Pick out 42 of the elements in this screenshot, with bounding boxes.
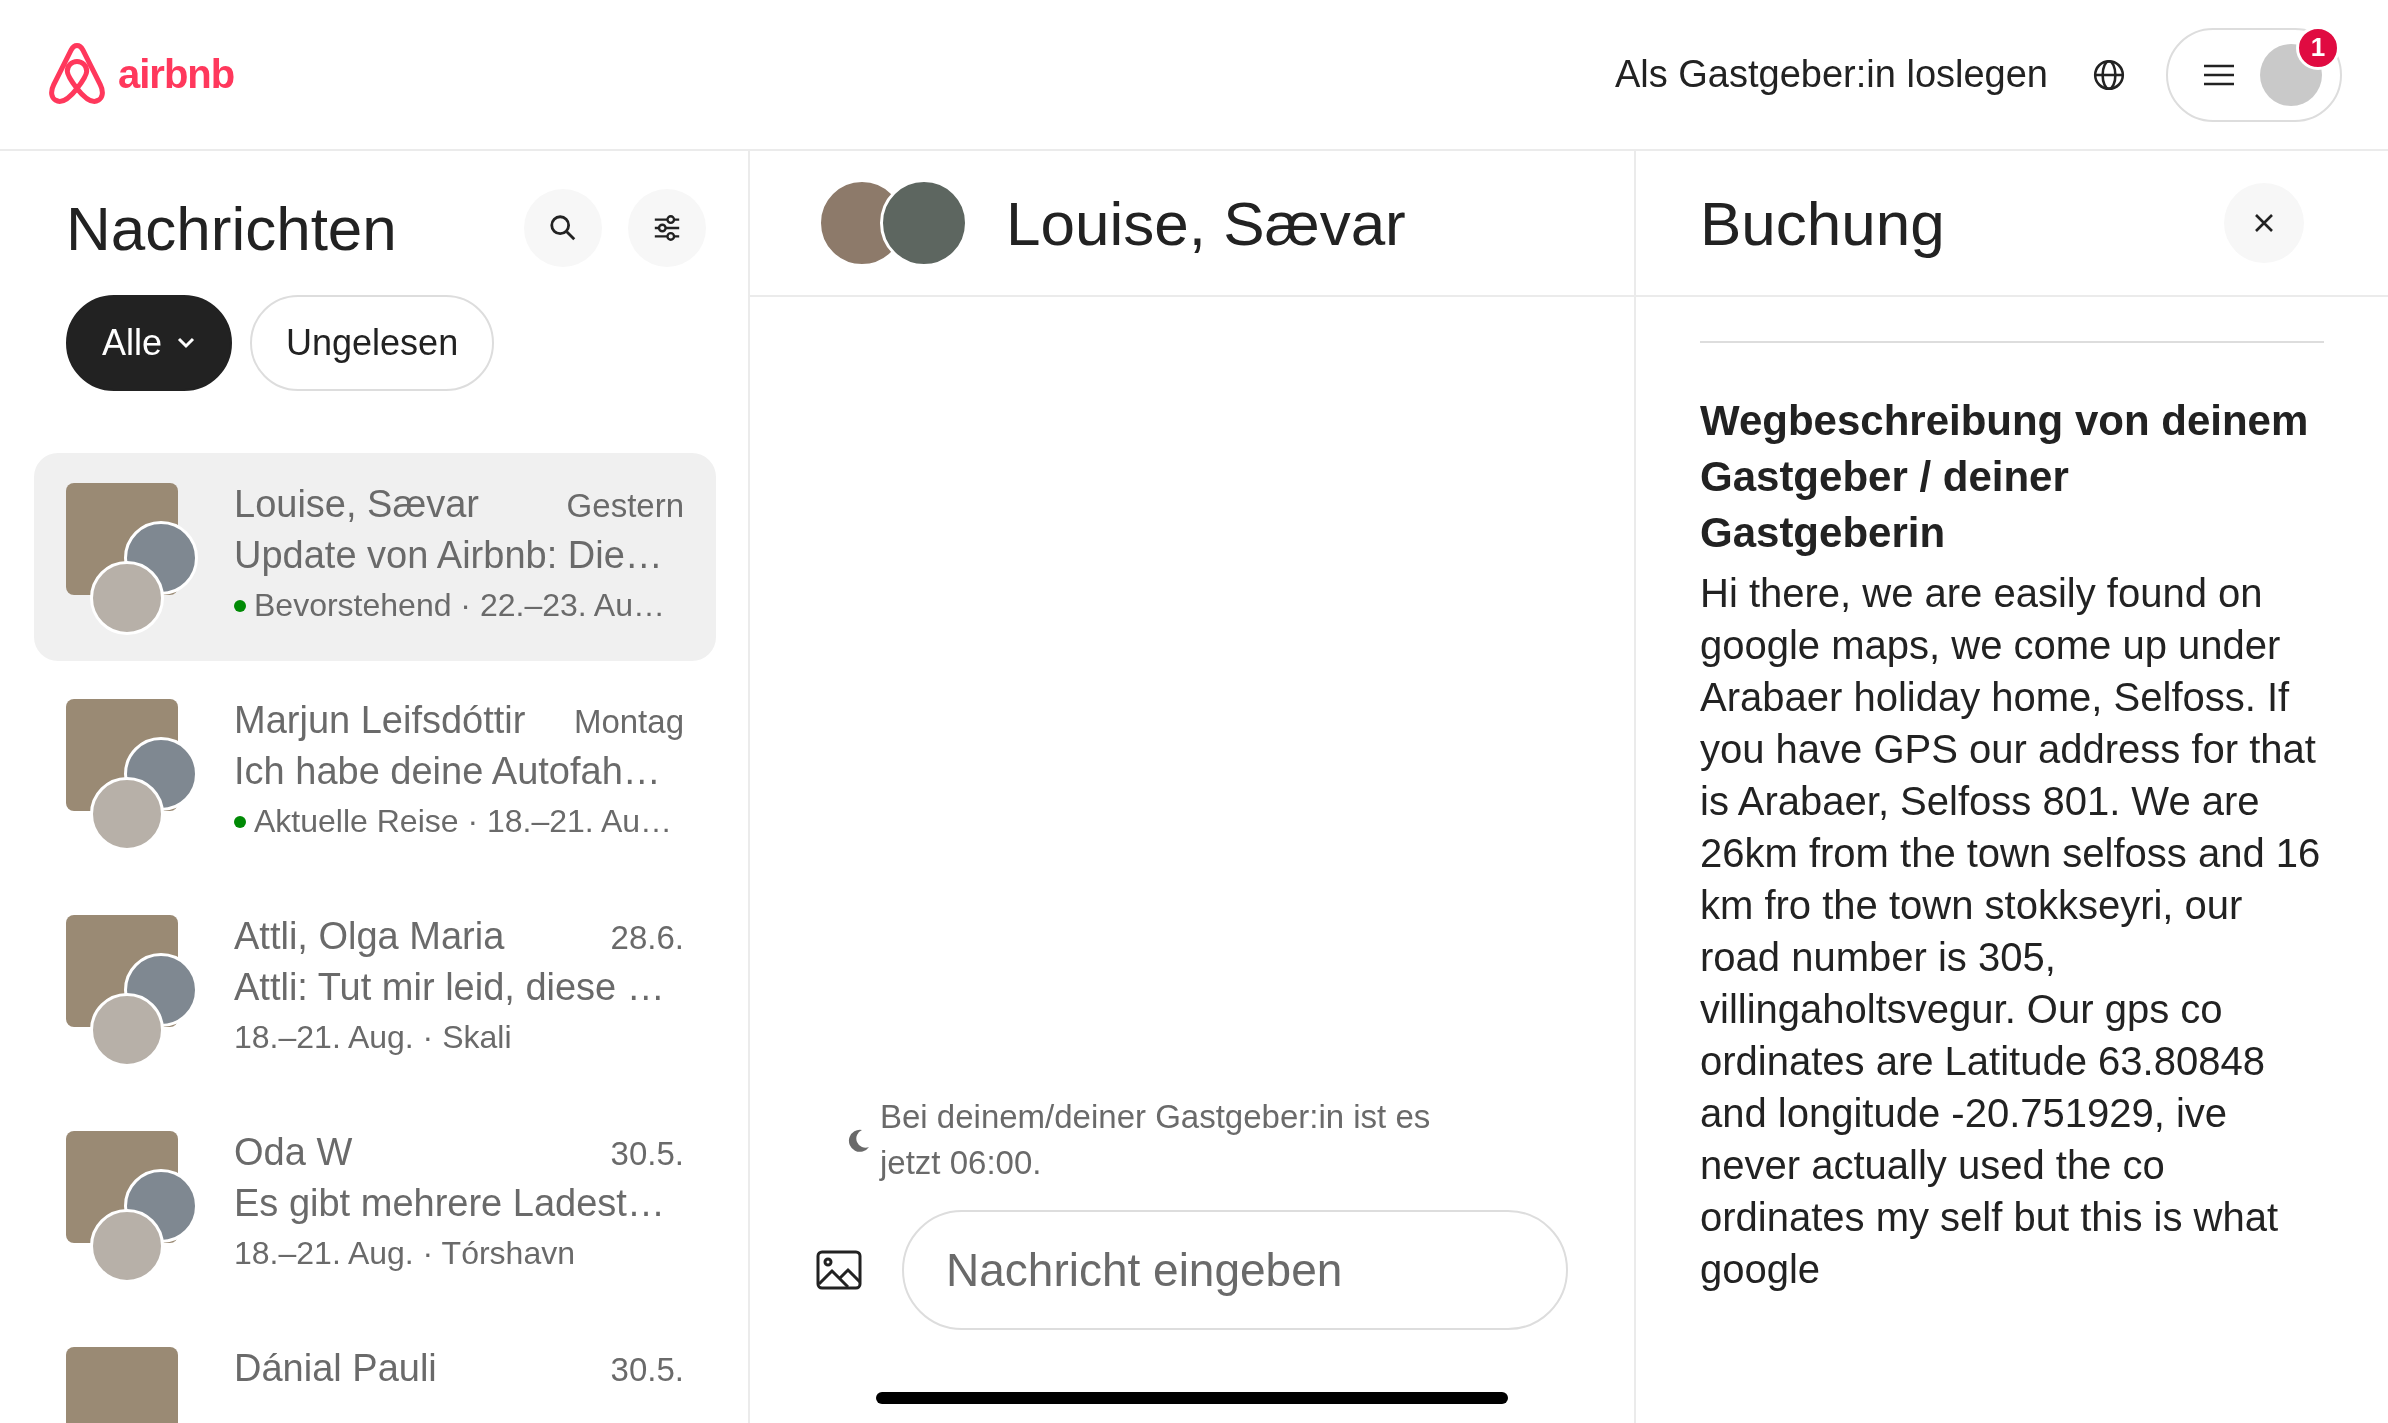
message-preview: Attli: Tut mir leid, diese … [234, 966, 666, 1009]
conversation-item[interactable]: Dánial Pauli 30.5. [34, 1317, 716, 1423]
message-time: 30.5. [610, 1135, 684, 1173]
trip-info: 18.–21. Aug. · Skali [234, 1019, 512, 1056]
trip-info: Aktuelle Reise · 18.–21. Au… [254, 803, 672, 840]
contact-name: Louise, Sævar [234, 483, 479, 526]
filter-chip[interactable]: Alle [66, 295, 233, 391]
message-time: Gestern [566, 487, 684, 525]
message-time: Montag [573, 703, 684, 741]
search-icon [548, 213, 578, 243]
filter-sliders-icon [652, 213, 682, 243]
chevron-down-icon [176, 336, 197, 350]
message-preview: Ich habe deine Autofah… [234, 750, 662, 793]
menu-icon [2204, 63, 2234, 86]
booking-title: Buchung [1700, 187, 1946, 259]
conversation-item[interactable]: Oda W 30.5. Es gibt mehrere Ladest… 18.–21. Aug. · Tórshavn [34, 1101, 716, 1309]
message-preview: Es gibt mehrere Ladest… [234, 1182, 666, 1225]
profile-menu-button[interactable]: 1 [2166, 27, 2342, 122]
message-time: 28.6. [610, 919, 684, 957]
directions-text: Hi there, we are easily found on google maps, we come up under Arabaer holiday home, Selfoss. If you have GPS our address for that is Arabaer, Selfoss 801. We are 26km from the town selfoss and 16 km fro the town stokkseyri, our road number is 305, villingaholtsvegur. Our gps co ordinates are Latitude 63.80848 and longitude -20.751929, ive never actually used the co ordinates my self but this is what google [1700, 570, 2322, 1293]
host-link[interactable]: Als Gastgeber:in loslegen [1614, 53, 2048, 96]
contact-name: Attli, Olga Maria [234, 915, 505, 958]
trip-info: 18.–21. Aug. · Tórshavn [234, 1235, 575, 1272]
trip-info: Bevorstehend · 22.–23. Au… [254, 587, 665, 624]
conversation-item[interactable]: Attli, Olga Maria 28.6. Attli: Tut mir leid, diese … 18.–21. Aug. · Skali [34, 885, 716, 1093]
image-icon[interactable] [816, 1250, 862, 1290]
messages-title: Nachrichten [66, 192, 398, 264]
conversation-item[interactable]: Marjun Leifsdóttir Montag Ich habe deine Autofah… Aktuelle Reise · 18.–21. Au… [34, 669, 716, 877]
airbnb-logo[interactable]: airbnb [46, 41, 235, 108]
moon-icon [848, 1128, 870, 1152]
filter-chip[interactable]: Ungelesen [250, 295, 495, 391]
globe-icon[interactable] [2092, 57, 2126, 92]
timezone-note: Bei deinem/deiner Gastgeber:in ist es jetzt 06:00. [880, 1097, 1432, 1183]
message-time: 30.5. [610, 1351, 684, 1389]
section-heading: Wegbeschreibung von deinem Gastgeber / deiner Gastgeberin [1700, 396, 2310, 558]
contact-name: Oda W [234, 1131, 353, 1174]
message-input[interactable]: Nachricht eingeben [902, 1210, 1568, 1330]
contact-name: Marjun Leifsdóttir [234, 699, 526, 742]
contact-name: Dánial Pauli [234, 1347, 437, 1390]
message-preview: Update von Airbnb: Die… [234, 534, 664, 577]
chat-title: Louise, Sævar [1006, 187, 1406, 259]
conversation-item[interactable]: Louise, Sævar Gestern Update von Airbnb: Die… Bevorstehend · 22.–23. Au… [34, 453, 716, 661]
